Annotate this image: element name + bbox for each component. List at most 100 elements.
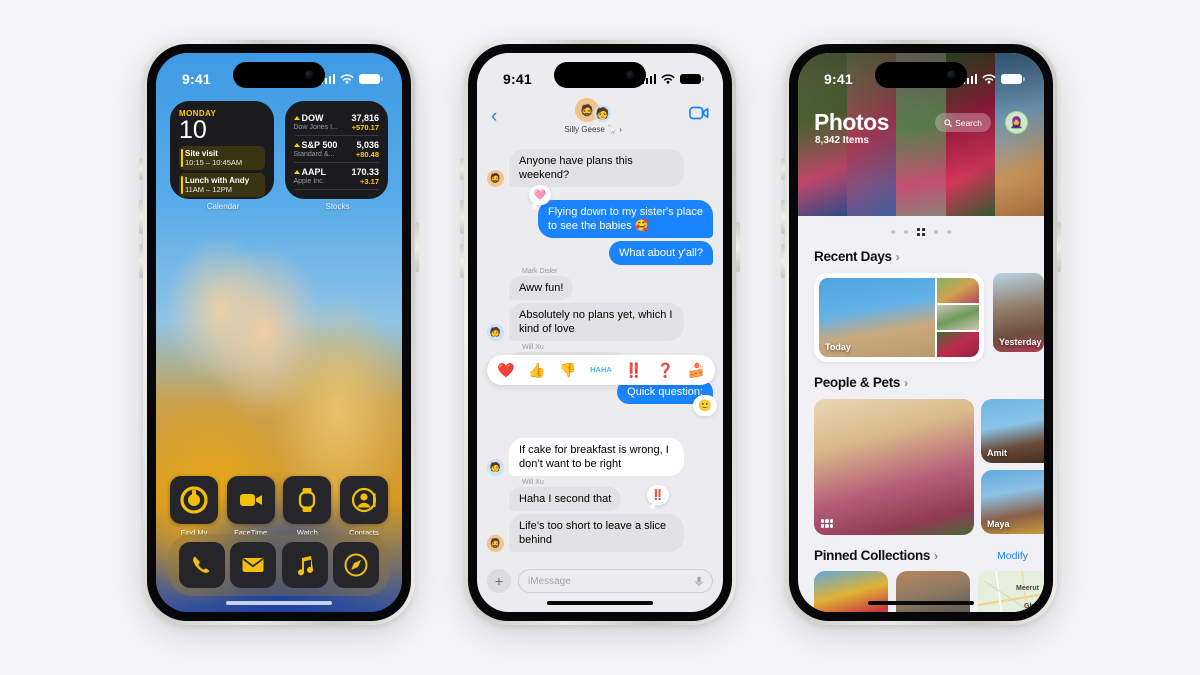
tapback-option-haha[interactable]: HAHA <box>590 366 612 374</box>
calendar-event[interactable]: Site visit 10:15 – 10:45AM <box>179 146 265 170</box>
message-bubble[interactable]: If cake for breakfast is wrong, I don’t … <box>509 438 684 476</box>
message-row[interactable]: 🧔 Anyone have plans this weekend? <box>487 149 713 187</box>
imessage-placeholder: iMessage <box>528 575 571 587</box>
page-dot[interactable] <box>891 230 895 234</box>
message-bubble[interactable]: Haha I second that <box>509 487 622 511</box>
person-card[interactable]: Amit <box>981 399 1044 463</box>
mute-switch[interactable] <box>781 158 785 180</box>
dock-phone-icon[interactable] <box>178 542 225 588</box>
recent-day-card[interactable]: Yesterday <box>993 273 1044 352</box>
message-bubble[interactable]: Absolutely no plans yet, which I kind of… <box>509 303 684 341</box>
collection-card-map[interactable]: Meerut Ghaz Delhi <box>978 571 1044 612</box>
message-row[interactable]: 🩷 Flying down to my sister's place to se… <box>487 185 713 238</box>
stocks-widget[interactable]: DOW 37,816 Dow Jones I... +570.17 S&P 50… <box>284 101 388 211</box>
calendar-widget[interactable]: MONDAY 10 Site visit 10:15 – 10:45AM Lun… <box>170 101 274 211</box>
message-row[interactable]: 🧑 Absolutely no plans yet, which I kind … <box>487 303 713 341</box>
collection-card[interactable] <box>896 571 970 612</box>
tapback-option-question[interactable]: ❓ <box>656 362 673 379</box>
imessage-input[interactable]: iMessage <box>518 569 713 593</box>
section-title: People & Pets <box>814 375 901 390</box>
message-bubble[interactable]: What about y'all? <box>608 241 713 265</box>
calendar-event[interactable]: Lunch with Andy 11AM – 12PM <box>179 173 265 197</box>
volume-down-button[interactable] <box>460 244 464 278</box>
people-card[interactable] <box>814 399 974 535</box>
app-contacts[interactable]: Contacts <box>339 476 388 537</box>
stock-symbol: DOW <box>301 113 324 123</box>
app-facetime[interactable]: FaceTime <box>226 476 275 537</box>
dock-safari-icon[interactable] <box>333 542 380 588</box>
section-header-pinned-collections[interactable]: Pinned Collections › Modify <box>798 548 1044 563</box>
home-indicator[interactable] <box>226 601 332 605</box>
tapback-option-cake[interactable]: 🍰 <box>688 362 705 379</box>
stock-row[interactable]: AAPL 170.33 Apple Inc. +3.17 <box>293 163 379 190</box>
collection-card[interactable] <box>814 571 888 612</box>
power-button[interactable] <box>736 222 740 272</box>
mute-switch[interactable] <box>460 158 464 180</box>
tapback-reaction[interactable]: ‼️ <box>647 485 669 509</box>
message-bubble[interactable]: Life’s too short to leave a slice behind <box>509 514 684 552</box>
page-dot[interactable] <box>934 230 938 234</box>
modify-button[interactable]: Modify <box>997 550 1028 562</box>
message-bubble[interactable]: Anyone have plans this weekend? <box>509 149 684 187</box>
power-button[interactable] <box>1057 222 1061 272</box>
map-label: Ghaz <box>1024 603 1042 610</box>
tapback-option-heart[interactable]: ❤️ <box>497 362 514 379</box>
group-people-icon <box>821 519 833 528</box>
dock-music-icon[interactable] <box>281 542 328 588</box>
app-find-my[interactable]: Find My <box>170 476 218 537</box>
avatar[interactable]: 🧕 <box>1005 111 1028 134</box>
thumbnail[interactable] <box>937 332 979 357</box>
app-watch[interactable]: Watch <box>283 476 332 537</box>
home-screen-display: 9:41 MONDAY 10 Site visit 10:15 – 10:45A… <box>156 53 402 612</box>
thumbnail[interactable] <box>937 305 979 330</box>
volume-up-button[interactable] <box>139 200 143 234</box>
triangle-up-icon <box>293 116 300 120</box>
photos-content-scroll[interactable]: Recent Days › Today Yesterday People & P… <box>798 236 1044 612</box>
conversation-identity[interactable]: 🧔 🧑 Silly Geese 🪿 › <box>497 97 689 134</box>
message-bubble[interactable]: Flying down to my sister's place to see … <box>538 200 713 238</box>
thumbnail[interactable] <box>937 278 979 303</box>
page-indicator[interactable] <box>798 228 1044 236</box>
power-button[interactable] <box>415 222 419 272</box>
volume-down-button[interactable] <box>139 244 143 278</box>
message-row[interactable]: 🧑 If cake for breakfast is wrong, I don’… <box>487 438 713 476</box>
dynamic-island <box>233 62 325 88</box>
stock-row[interactable]: S&P 500 5,036 Standard &... +80.48 <box>293 136 379 163</box>
section-header-recent-days[interactable]: Recent Days › <box>798 249 1044 264</box>
volume-up-button[interactable] <box>460 200 464 234</box>
tapback-picker[interactable]: ❤️ 👍 👎 HAHA ‼️ ❓ 🍰 <box>487 355 715 385</box>
search-button[interactable]: Search <box>935 113 991 132</box>
microphone-icon[interactable] <box>695 576 703 587</box>
page-dot[interactable] <box>904 230 908 234</box>
page-dot[interactable] <box>947 230 951 234</box>
people-pets-row[interactable]: Amit Maya <box>798 390 1044 535</box>
recent-days-row[interactable]: Today Yesterday <box>798 264 1044 362</box>
mute-switch[interactable] <box>139 158 143 180</box>
attachment-plus-button[interactable]: + <box>487 569 511 593</box>
person-card[interactable]: Maya <box>981 470 1044 534</box>
message-row[interactable]: 🧔 Life’s too short to leave a slice behi… <box>487 514 713 552</box>
message-bubble[interactable]: Aww fun! <box>509 276 574 300</box>
avatar: 🧔 <box>487 170 504 187</box>
tapback-option-exclamation[interactable]: ‼️ <box>625 362 642 379</box>
tapback-reaction[interactable]: 🩷 <box>529 185 551 209</box>
facetime-button[interactable] <box>689 106 709 120</box>
volume-down-button[interactable] <box>781 244 785 278</box>
dynamic-island <box>875 62 967 88</box>
section-header-people-pets[interactable]: People & Pets › <box>798 375 1044 390</box>
wifi-icon <box>661 73 675 84</box>
home-indicator[interactable] <box>547 601 653 605</box>
add-reaction-icon[interactable]: 🙂 <box>693 395 717 416</box>
dock-mail-icon[interactable] <box>230 542 277 588</box>
volume-up-button[interactable] <box>781 200 785 234</box>
grid-icon[interactable] <box>917 228 925 236</box>
recent-day-card[interactable]: Today <box>814 273 984 362</box>
message-row[interactable]: What about y'all? <box>487 241 713 265</box>
message-row[interactable]: Aww fun! <box>487 276 713 300</box>
stock-row[interactable]: DOW 37,816 Dow Jones I... +570.17 <box>293 109 379 136</box>
tapback-option-thumbs-down[interactable]: 👎 <box>559 362 576 379</box>
home-indicator[interactable] <box>868 601 974 605</box>
tapback-option-thumbs-up[interactable]: 👍 <box>528 362 545 379</box>
status-time: 9:41 <box>824 71 853 87</box>
message-row[interactable]: Haha I second that ‼️ <box>487 485 713 511</box>
